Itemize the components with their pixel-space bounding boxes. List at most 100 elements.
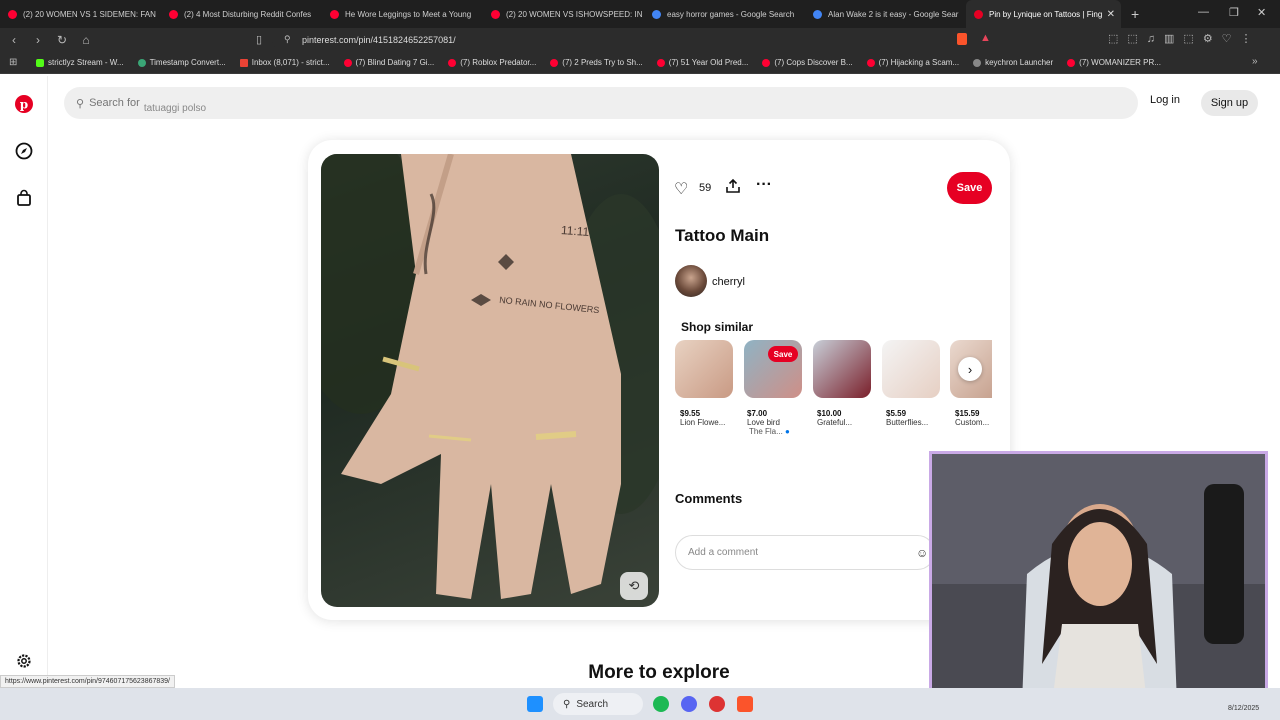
svg-text:p: p xyxy=(20,98,28,112)
pin-title: Tattoo Main xyxy=(675,226,770,245)
keychron-icon xyxy=(973,58,982,67)
tab-title: easy horror games - Google Search xyxy=(667,9,795,19)
shop-item[interactable]: $10.00 Grateful... xyxy=(813,340,871,427)
spotify-icon[interactable] xyxy=(653,696,669,712)
pinterest-logo-icon[interactable]: p xyxy=(14,94,34,114)
back-icon[interactable]: ‹ xyxy=(4,33,24,47)
browser-tab-active[interactable]: Pin by Lynique on Tattoos | Fing ✕ xyxy=(966,0,1121,28)
browser-tab[interactable]: easy horror games - Google Search xyxy=(644,0,805,28)
bookmark-item[interactable]: (7) Hijacking a Scam... xyxy=(866,58,959,67)
bookmark-label: (7) WOMANIZER PR... xyxy=(1079,58,1161,67)
taskbar-date: 8/12/2025 xyxy=(1228,705,1260,712)
pinterest-icon xyxy=(974,9,983,19)
status-bar-url: https://www.pinterest.com/pin/9746071756… xyxy=(0,675,176,688)
windows-taskbar: ⚲ Search 8/12/2025 xyxy=(0,688,1280,720)
avatar[interactable] xyxy=(675,265,707,297)
search-suggestion: tatuaggi polso xyxy=(143,102,207,114)
bookmark-item[interactable]: (7) WOMANIZER PR... xyxy=(1067,58,1161,67)
chrome-icon[interactable] xyxy=(709,696,725,712)
maximize-icon[interactable]: ❐ xyxy=(1229,6,1239,19)
share-icon[interactable] xyxy=(725,178,741,199)
shop-item-name: Butterflies... xyxy=(886,418,929,427)
bookmark-item[interactable]: (7) 2 Preds Try to Sh... xyxy=(550,58,643,67)
login-button[interactable]: Log in xyxy=(1150,94,1180,106)
new-tab-button[interactable]: + xyxy=(1131,6,1139,22)
shop-item-save-button[interactable]: Save xyxy=(768,346,798,362)
shop-item-price: $15.59 xyxy=(955,409,980,418)
comment-input[interactable]: Add a comment ☺ xyxy=(675,535,935,570)
bookmark-item[interactable]: (7) 51 Year Old Pred... xyxy=(656,58,749,67)
bookmark-item[interactable]: (7) Cops Discover B... xyxy=(762,58,853,67)
brave-shield-icon[interactable] xyxy=(957,33,967,45)
kick-icon xyxy=(36,58,44,67)
shop-item[interactable]: $9.55 Lion Flowe... xyxy=(675,340,733,427)
shop-item-image[interactable] xyxy=(813,340,871,398)
chevron-right-icon[interactable]: › xyxy=(958,357,982,381)
site-info-icon[interactable]: ⚲ xyxy=(284,34,291,45)
shop-item-price: $9.55 xyxy=(680,409,701,418)
browser-tab[interactable]: (2) 20 WOMEN VS 1 SIDEMEN: FAN xyxy=(0,0,161,28)
browser-tab[interactable]: He Wore Leggings to Meet a Young xyxy=(322,0,483,28)
taskbar-search[interactable]: ⚲ Search xyxy=(553,693,643,715)
youtube-icon xyxy=(330,9,339,19)
browser-nav-bar: ‹ › ↻ ⌂ ▯ ⚲ pinterest.com/pin/4151824652… xyxy=(0,28,1280,52)
shop-item-name: Grateful... xyxy=(817,418,853,427)
browser-tab[interactable]: (2) 20 WOMEN VS ISHOWSPEED: IN xyxy=(483,0,644,28)
bookmark-icon[interactable]: ▯ xyxy=(256,33,262,46)
reload-icon[interactable]: ↻ xyxy=(52,33,72,47)
shop-item-image[interactable]: Save xyxy=(744,340,802,398)
close-window-icon[interactable]: ✕ xyxy=(1257,6,1266,19)
close-tab-icon[interactable]: ✕ xyxy=(1107,9,1115,20)
youtube-icon xyxy=(762,58,771,67)
bookmark-item[interactable]: (7) Roblox Predator... xyxy=(448,58,536,67)
bookmarks-bar: ⊞ strictlyz Stream - W... Timestamp Conv… xyxy=(0,52,1280,74)
apps-grid-icon[interactable]: ⊞ xyxy=(9,57,17,68)
address-bar[interactable]: ⚲ pinterest.com/pin/4151824652257081/ xyxy=(272,31,992,49)
extensions-icons[interactable]: ⬚⬚♫▥⬚⚙♡⋮ xyxy=(1108,32,1261,45)
more-options-icon[interactable]: ··· xyxy=(756,176,772,194)
windows-start-icon[interactable] xyxy=(527,696,543,712)
browser-tab[interactable]: Alan Wake 2 is it easy - Google Sear xyxy=(805,0,966,28)
shop-item-price: $10.00 xyxy=(817,409,842,418)
shop-item[interactable]: Save $7.00 Love bird The Fla... ● xyxy=(744,340,802,436)
search-input[interactable]: ⚲ Search for tatuaggi polso xyxy=(64,87,1138,119)
tab-title: Pin by Lynique on Tattoos | Fing xyxy=(989,9,1103,19)
youtube-icon xyxy=(448,58,457,67)
save-button[interactable]: Save xyxy=(947,172,992,204)
youtube-icon xyxy=(866,58,875,67)
brave-icon[interactable] xyxy=(737,696,753,712)
bookmark-label: (7) 51 Year Old Pred... xyxy=(668,58,749,67)
discord-icon[interactable] xyxy=(681,696,697,712)
shop-item-image[interactable] xyxy=(675,340,733,398)
bookmark-label: Timestamp Convert... xyxy=(149,58,226,67)
url-text: pinterest.com/pin/4151824652257081/ xyxy=(302,35,456,45)
explore-compass-icon[interactable] xyxy=(14,141,34,161)
bookmark-item[interactable]: (7) Blind Dating 7 Gi... xyxy=(343,58,435,67)
bookmark-item[interactable]: Timestamp Convert... xyxy=(137,58,226,67)
browser-tab[interactable]: (2) 4 Most Disturbing Reddit Confes xyxy=(161,0,322,28)
bookmark-item[interactable]: Inbox (8,071) - strict... xyxy=(239,58,330,67)
search-icon: ⚲ xyxy=(563,698,571,710)
bookmark-item[interactable]: strictlyz Stream - W... xyxy=(36,58,124,67)
bookmark-item[interactable]: keychron Launcher xyxy=(973,58,1053,67)
minimize-icon[interactable]: — xyxy=(1198,6,1209,18)
emoji-icon[interactable]: ☺ xyxy=(916,546,928,560)
shop-item[interactable]: $15.59 Custom... xyxy=(950,340,992,427)
bookmarks-overflow-icon[interactable]: » xyxy=(1252,56,1258,67)
brave-rewards-icon[interactable]: ▲ xyxy=(980,32,991,44)
like-count: 59 xyxy=(699,182,712,194)
shopping-bag-icon[interactable] xyxy=(14,188,34,208)
forward-icon[interactable]: › xyxy=(28,33,48,47)
home-icon[interactable]: ⌂ xyxy=(76,33,96,47)
youtube-icon xyxy=(169,9,178,19)
comments-heading: Comments xyxy=(675,491,743,506)
creator-name[interactable]: cherryl xyxy=(712,276,745,288)
bookmark-label: (7) Blind Dating 7 Gi... xyxy=(355,58,435,67)
pin-image[interactable]: 11:11 NO RAIN NO FLOWERS ⟲ xyxy=(321,154,659,607)
globe-icon xyxy=(137,58,146,67)
visual-search-icon[interactable]: ⟲ xyxy=(620,572,648,600)
signup-button[interactable]: Sign up xyxy=(1201,90,1258,116)
heart-icon[interactable]: ♡ xyxy=(674,179,688,199)
shop-item[interactable]: $5.59 Butterflies... xyxy=(882,340,940,427)
shop-item-image[interactable] xyxy=(882,340,940,398)
